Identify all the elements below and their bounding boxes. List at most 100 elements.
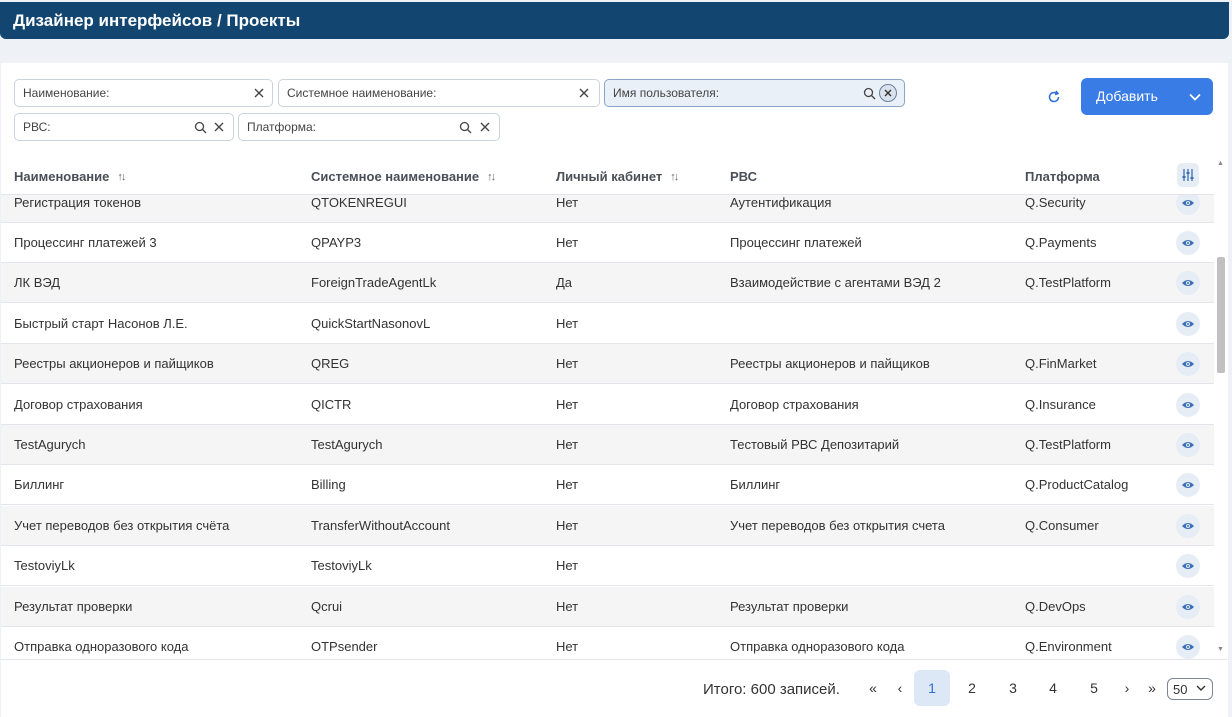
eye-icon[interactable]	[1176, 231, 1200, 255]
page-4[interactable]: 4	[1035, 670, 1071, 706]
eye-icon[interactable]	[1176, 635, 1200, 659]
close-icon[interactable]	[477, 119, 493, 135]
page-3[interactable]: 3	[995, 670, 1031, 706]
table-row[interactable]: Быстрый старт Насонов Л.Е. QuickStartNaso…	[1, 304, 1214, 344]
cell-name: TestAgurych	[14, 437, 86, 452]
chevron-down-icon[interactable]	[1185, 87, 1205, 107]
cell-rvs: Реестры акционеров и пайщиков	[730, 356, 930, 371]
eye-icon[interactable]	[1176, 393, 1200, 417]
cell-name: Регистрация токенов	[14, 195, 142, 210]
cell-cabinet: Нет	[556, 356, 579, 371]
cell-platform: Q.TestPlatform	[1025, 275, 1111, 290]
sort-icon[interactable]: ↑↓	[670, 171, 679, 183]
app-header: Дизайнер интерфейсов / Проекты	[0, 2, 1229, 39]
column-header-cabinet[interactable]: Личный кабинет ↑↓	[556, 169, 679, 184]
eye-icon[interactable]	[1176, 595, 1200, 619]
system-name-filter[interactable]: Системное наименование:	[278, 79, 600, 107]
table-row[interactable]: TestoviyLk TestoviyLk Нет	[1, 546, 1214, 586]
column-header-name[interactable]: Наименование ↑↓	[14, 169, 126, 184]
eye-icon[interactable]	[1176, 433, 1200, 457]
cell-system-name: Qcrui	[311, 599, 343, 614]
table-row[interactable]: Биллинг Billing Нет Биллинг Q.ProductCatalog	[1, 465, 1214, 505]
add-button-label: Добавить	[1096, 88, 1158, 104]
column-settings-icon[interactable]	[1177, 163, 1199, 187]
first-page-icon[interactable]: «	[861, 670, 885, 706]
cell-platform: Q.Payments	[1025, 235, 1097, 250]
name-filter[interactable]: Наименование:	[14, 79, 273, 107]
clear-circle-icon[interactable]	[879, 84, 897, 102]
cell-name: Результат проверки	[14, 599, 133, 614]
table-row[interactable]: Регистрация токенов QTOKENREGUI Нет Аутенти…	[1, 195, 1214, 223]
cell-platform: Q.Consumer	[1025, 518, 1099, 533]
refresh-icon[interactable]	[1044, 87, 1064, 107]
close-icon[interactable]	[576, 85, 592, 101]
column-header-system-name[interactable]: Системное наименование ↑↓	[311, 169, 496, 184]
cell-cabinet: Да	[556, 275, 573, 290]
cell-rvs: Взаимодействие с агентами ВЭД 2	[730, 275, 941, 290]
total-records: Итого: 600 записей.	[703, 681, 840, 698]
search-icon[interactable]	[457, 119, 473, 135]
cell-platform: Q.FinMarket	[1025, 356, 1097, 371]
table-row[interactable]: TestAgurych TestAgurych Нет Тестовый РВС Де…	[1, 425, 1214, 465]
cell-rvs: Аутентификация	[730, 195, 832, 210]
eye-icon[interactable]	[1176, 473, 1200, 497]
cell-system-name: QTOKENREGUI	[311, 195, 407, 210]
cell-cabinet: Нет	[556, 316, 579, 331]
cell-name: Быстрый старт Насонов Л.Е.	[14, 316, 188, 331]
pagination-bar: Итого: 600 записей. « ‹ 1 2 3 4 5 › » 50	[1, 659, 1227, 715]
rvs-filter[interactable]: РВС:	[14, 113, 234, 141]
scroll-thumb[interactable]	[1217, 257, 1225, 373]
scrollbar[interactable]: ▲ ▼	[1215, 160, 1227, 659]
scroll-down-icon[interactable]: ▼	[1217, 646, 1224, 653]
table-row[interactable]: ЛК ВЭД ForeignTradeAgentLk Да Взаимодействи…	[1, 263, 1214, 303]
next-page-icon[interactable]: ›	[1115, 670, 1139, 706]
cell-system-name: TestAgurych	[311, 437, 383, 452]
cell-cabinet: Нет	[556, 639, 579, 654]
cell-name: Реестры акционеров и пайщиков	[14, 356, 214, 371]
sort-icon[interactable]: ↑↓	[487, 171, 496, 183]
table-row[interactable]: Договор страхования QICTR Нет Договор страх…	[1, 385, 1214, 425]
cell-platform: Q.ProductCatalog	[1025, 477, 1129, 492]
table-row[interactable]: Результат проверки Qcrui Нет Результат пров…	[1, 587, 1214, 627]
platform-filter[interactable]: Платформа:	[238, 113, 500, 141]
cell-name: Процессинг платежей 3	[14, 235, 157, 250]
close-icon[interactable]	[251, 85, 267, 101]
cell-cabinet: Нет	[556, 397, 579, 412]
per-page-select[interactable]: 50	[1167, 678, 1213, 700]
close-icon[interactable]	[211, 119, 227, 135]
eye-icon[interactable]	[1176, 195, 1200, 215]
page-5[interactable]: 5	[1076, 670, 1112, 706]
search-icon[interactable]	[861, 85, 877, 101]
table-row[interactable]: Отправка одноразового кода OTPsender Нет От…	[1, 627, 1214, 659]
search-icon[interactable]	[192, 119, 208, 135]
add-button[interactable]: Добавить	[1081, 78, 1213, 115]
prev-page-icon[interactable]: ‹	[888, 670, 912, 706]
cell-cabinet: Нет	[556, 558, 579, 573]
column-header-rvs: РВС	[730, 169, 757, 184]
eye-icon[interactable]	[1176, 271, 1200, 295]
cell-rvs: Результат проверки	[730, 599, 849, 614]
eye-icon[interactable]	[1176, 514, 1200, 538]
table-row[interactable]: Учет переводов без открытия счёта Transfe…	[1, 506, 1214, 546]
sort-icon[interactable]: ↑↓	[117, 171, 126, 183]
system-name-filter-label: Системное наименование:	[287, 86, 437, 100]
name-filter-label: Наименование:	[23, 86, 110, 100]
table-row[interactable]: Процессинг платежей 3 QPAYP3 Нет Процессинг…	[1, 223, 1214, 263]
cell-rvs: Тестовый РВС Депозитарий	[730, 437, 900, 452]
page-1[interactable]: 1	[914, 670, 950, 706]
page-2[interactable]: 2	[954, 670, 990, 706]
page-title: Дизайнер интерфейсов / Проекты	[13, 11, 301, 30]
table-row[interactable]: Реестры акционеров и пайщиков QREG Нет Реес…	[1, 344, 1214, 384]
eye-icon[interactable]	[1176, 312, 1200, 336]
scroll-up-icon[interactable]: ▲	[1217, 160, 1224, 167]
eye-icon[interactable]	[1176, 352, 1200, 376]
cell-system-name: OTPsender	[311, 639, 378, 654]
cell-rvs: Отправка одноразового кода	[730, 639, 905, 654]
user-name-filter[interactable]: Имя пользователя:	[604, 79, 905, 107]
last-page-icon[interactable]: »	[1140, 670, 1164, 706]
column-header-platform: Платформа	[1025, 169, 1100, 184]
cell-cabinet: Нет	[556, 599, 579, 614]
cell-cabinet: Нет	[556, 235, 579, 250]
eye-icon[interactable]	[1176, 554, 1200, 578]
cell-rvs: Процессинг платежей	[730, 235, 862, 250]
